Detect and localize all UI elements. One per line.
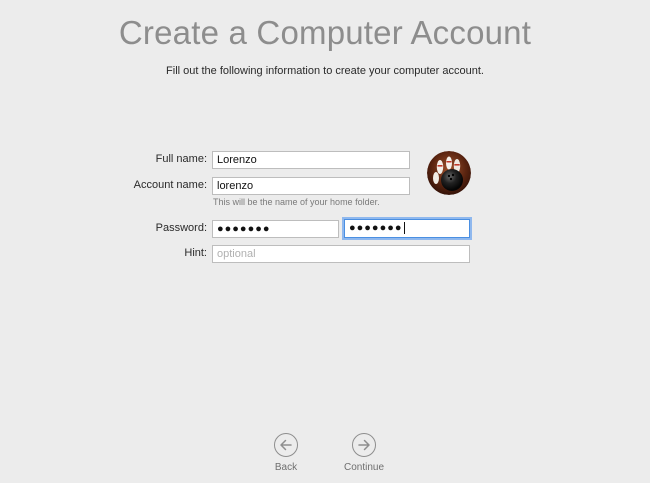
hint-field[interactable] [212, 245, 470, 263]
user-avatar[interactable] [427, 151, 471, 195]
page-subtitle: Fill out the following information to cr… [166, 65, 484, 77]
page-title: Create a Computer Account [118, 14, 532, 51]
account-name-field[interactable] [212, 177, 410, 195]
verify-password-field[interactable]: ●●●●●●● [344, 219, 470, 238]
forward-arrow-icon [352, 433, 376, 457]
account-name-label: Account name: [133, 179, 207, 191]
full-name-label: Full name: [155, 153, 207, 165]
continue-label: Continue [343, 462, 385, 473]
back-button[interactable]: Back [266, 433, 306, 473]
password-mask: ●●●●●●● [217, 223, 271, 235]
continue-button[interactable]: Continue [334, 433, 394, 473]
password-field[interactable]: ●●●●●●● [212, 220, 339, 238]
home-folder-help-text: This will be the name of your home folde… [213, 197, 380, 207]
text-caret [403, 222, 405, 235]
back-label: Back [274, 462, 298, 473]
verify-password-mask: ●●●●●●● [349, 222, 403, 234]
full-name-field[interactable] [212, 151, 410, 169]
password-label: Password: [155, 222, 207, 234]
hint-label: Hint: [184, 247, 207, 259]
bowling-ball-and-pins-icon [427, 151, 471, 195]
back-arrow-icon [274, 433, 298, 457]
